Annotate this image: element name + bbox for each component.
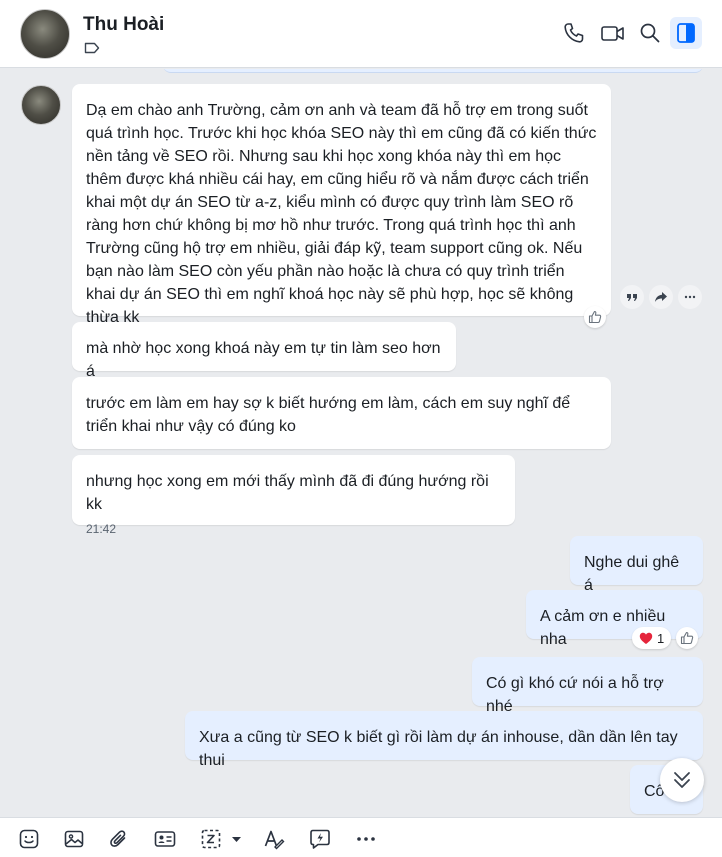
side-panel-icon	[677, 23, 695, 43]
attachment-icon[interactable]	[108, 828, 130, 850]
heart-reaction[interactable]: 1	[632, 627, 672, 649]
message-text: Xưa a cũng từ SEO k biết gì rồi làm dự á…	[199, 729, 678, 769]
more-icon[interactable]	[355, 828, 377, 850]
like-reaction-button[interactable]	[584, 306, 606, 328]
image-icon[interactable]	[63, 828, 85, 850]
scroll-to-bottom-button[interactable]	[660, 758, 704, 802]
quote-button[interactable]	[620, 285, 644, 309]
phone-icon[interactable]	[562, 20, 586, 46]
message-list[interactable]: Dạ em chào anh Trường, cảm ơn anh và tea…	[0, 69, 722, 817]
video-call-icon[interactable]	[600, 20, 626, 46]
format-text-icon[interactable]	[263, 828, 285, 850]
contact-avatar[interactable]	[20, 9, 70, 59]
screenshot-icon[interactable]	[200, 828, 246, 850]
thumbs-up-icon	[588, 310, 602, 324]
message-bubble-incoming[interactable]: trước em làm em hay sợ k biết hướng em l…	[72, 377, 611, 449]
message-bubble-outgoing[interactable]: Có gì khó cứ nói a hỗ trợ nhé	[472, 657, 703, 715]
sender-avatar[interactable]	[21, 85, 61, 125]
message-text: trước em làm em hay sợ k biết hướng em l…	[86, 395, 571, 435]
more-icon	[684, 295, 696, 299]
message-bubble-incoming[interactable]: Dạ em chào anh Trường, cảm ơn anh và tea…	[72, 84, 611, 326]
forward-icon	[655, 292, 667, 302]
previous-message-bubble	[163, 69, 703, 73]
double-chevron-down-icon	[674, 772, 690, 788]
like-reaction-button[interactable]	[676, 627, 698, 649]
message-bubble-outgoing[interactable]: Xưa a cũng từ SEO k biết gì rồi làm dự á…	[185, 711, 703, 769]
side-panel-button[interactable]	[670, 17, 702, 49]
message-bubble-incoming[interactable]: nhưng học xong em mới thấy mình đã đi đú…	[72, 455, 515, 536]
message-bubble-outgoing[interactable]: Nghe dui ghê á	[570, 536, 703, 594]
search-icon[interactable]	[638, 20, 662, 46]
more-actions-button[interactable]	[678, 285, 702, 309]
chat-header: Thu Hoài	[0, 0, 722, 68]
composer-toolbar	[0, 817, 722, 857]
reaction-count: 1	[657, 630, 665, 646]
thumbs-up-icon	[680, 631, 694, 645]
message-text: nhưng học xong em mới thấy mình đã đi đú…	[86, 473, 489, 513]
quote-icon	[627, 294, 637, 301]
tag-icon[interactable]	[84, 42, 100, 54]
message-time: 21:42	[86, 522, 117, 536]
forward-button[interactable]	[649, 285, 673, 309]
message-text: Dạ em chào anh Trường, cảm ơn anh và tea…	[86, 102, 597, 326]
message-bubble-incoming[interactable]: mà nhờ học xong khoá này em tự tin làm s…	[72, 322, 456, 380]
heart-icon	[639, 632, 653, 644]
quick-message-icon[interactable]	[309, 828, 331, 850]
contact-name[interactable]: Thu Hoài	[83, 14, 164, 36]
contact-card-icon[interactable]	[154, 828, 176, 850]
sticker-icon[interactable]	[18, 828, 40, 850]
